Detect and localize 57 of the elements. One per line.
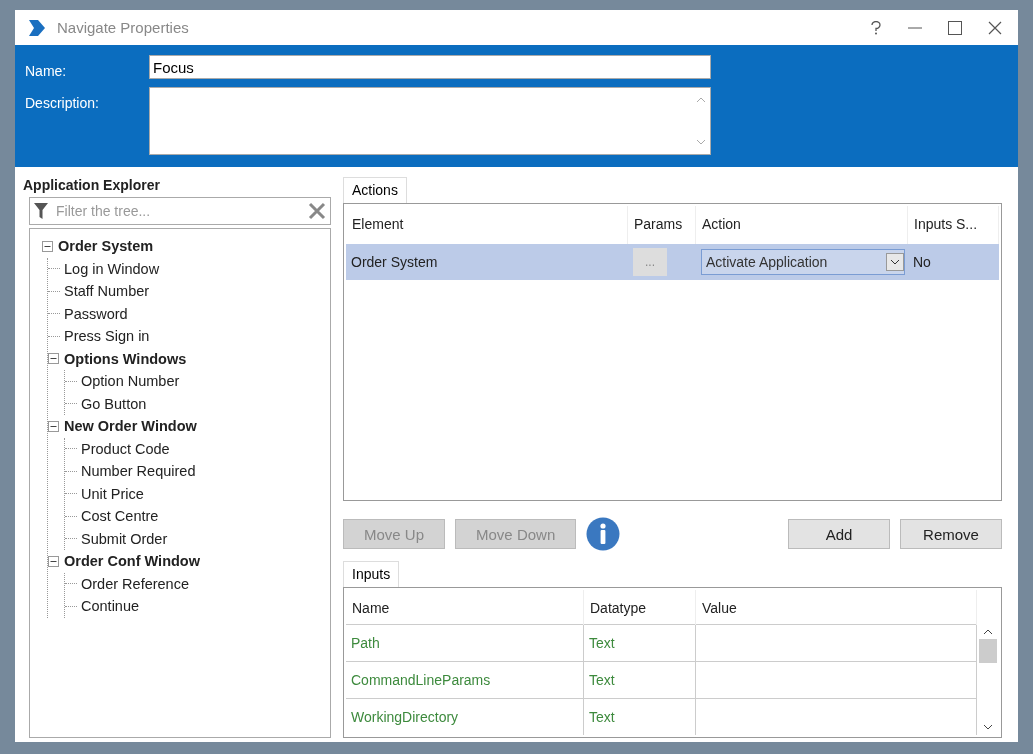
tree-item[interactable]: Order System [58, 238, 154, 255]
scroll-down-icon[interactable] [983, 724, 993, 731]
minimize-icon[interactable] [908, 26, 922, 29]
tree-item[interactable]: New Order Window [64, 418, 197, 435]
tree-item[interactable]: Number Required [81, 463, 196, 480]
collapse-toggle-icon[interactable] [48, 555, 59, 567]
table-cell: Text [584, 625, 696, 661]
table-cell: Text [584, 699, 696, 735]
info-icon[interactable] [586, 517, 621, 551]
chevron-down-icon [886, 253, 904, 271]
tree-item[interactable]: Options Windows [64, 350, 187, 367]
column-header[interactable]: Value [696, 590, 977, 626]
tree-item[interactable]: Product Code [81, 440, 170, 457]
tab[interactable]: Inputs [343, 561, 400, 587]
table-cell: CommandLineParams [346, 662, 584, 698]
table-cell-text: Order System [350, 254, 439, 270]
collapse-toggle-icon[interactable] [48, 420, 59, 432]
description-label: Description: [25, 94, 100, 111]
clear-icon[interactable] [308, 202, 326, 220]
tree-item[interactable]: Press Sign in [64, 328, 150, 345]
tree-item[interactable]: Continue [81, 598, 140, 615]
tree-item[interactable]: Staff Number [64, 283, 150, 300]
tree-item[interactable]: Order Conf Window [64, 553, 200, 570]
action-button[interactable]: Remove [900, 519, 1002, 549]
tree-item[interactable]: Unit Price [81, 485, 144, 502]
filter-icon [34, 203, 48, 219]
table-cell-text: No [912, 254, 932, 270]
table-row[interactable]: Order System ... Activate Application No [346, 244, 999, 280]
name-field[interactable]: Focus [149, 55, 711, 79]
column-header[interactable]: Datatype [584, 590, 696, 626]
tree-item[interactable]: Log in Window [64, 260, 160, 277]
tree-item[interactable]: Submit Order [81, 530, 168, 547]
table-cell: Path [346, 625, 584, 661]
close-icon[interactable] [988, 20, 1002, 35]
collapse-toggle-icon[interactable] [48, 353, 59, 365]
column-header[interactable]: Name [346, 590, 584, 626]
table-cell: WorkingDirectory [346, 699, 584, 735]
tree-item[interactable]: Go Button [81, 395, 147, 412]
filter-box[interactable]: Filter the tree... [29, 197, 331, 225]
app-logo-icon [27, 18, 47, 37]
help-icon[interactable] [870, 20, 882, 35]
tree-item[interactable]: Option Number [81, 373, 180, 390]
tab[interactable]: Actions [343, 177, 407, 203]
name-label: Name: [25, 62, 68, 79]
table-cell: Text [584, 662, 696, 698]
scroll-up-icon[interactable] [983, 628, 993, 635]
scroll-thumb[interactable] [979, 639, 997, 663]
maximize-icon[interactable] [948, 20, 962, 35]
action-dropdown[interactable]: Activate Application [701, 249, 905, 275]
description-field[interactable] [149, 87, 711, 155]
window-title: Navigate Properties [57, 19, 189, 36]
action-button[interactable]: Add [788, 519, 890, 549]
tree-item[interactable]: Password [64, 305, 128, 322]
collapse-toggle-icon[interactable] [42, 240, 53, 252]
tree-item[interactable]: Cost Centre [81, 508, 159, 525]
tree-item[interactable]: Order Reference [81, 575, 189, 592]
panel-title: Application Explorer [23, 177, 161, 193]
